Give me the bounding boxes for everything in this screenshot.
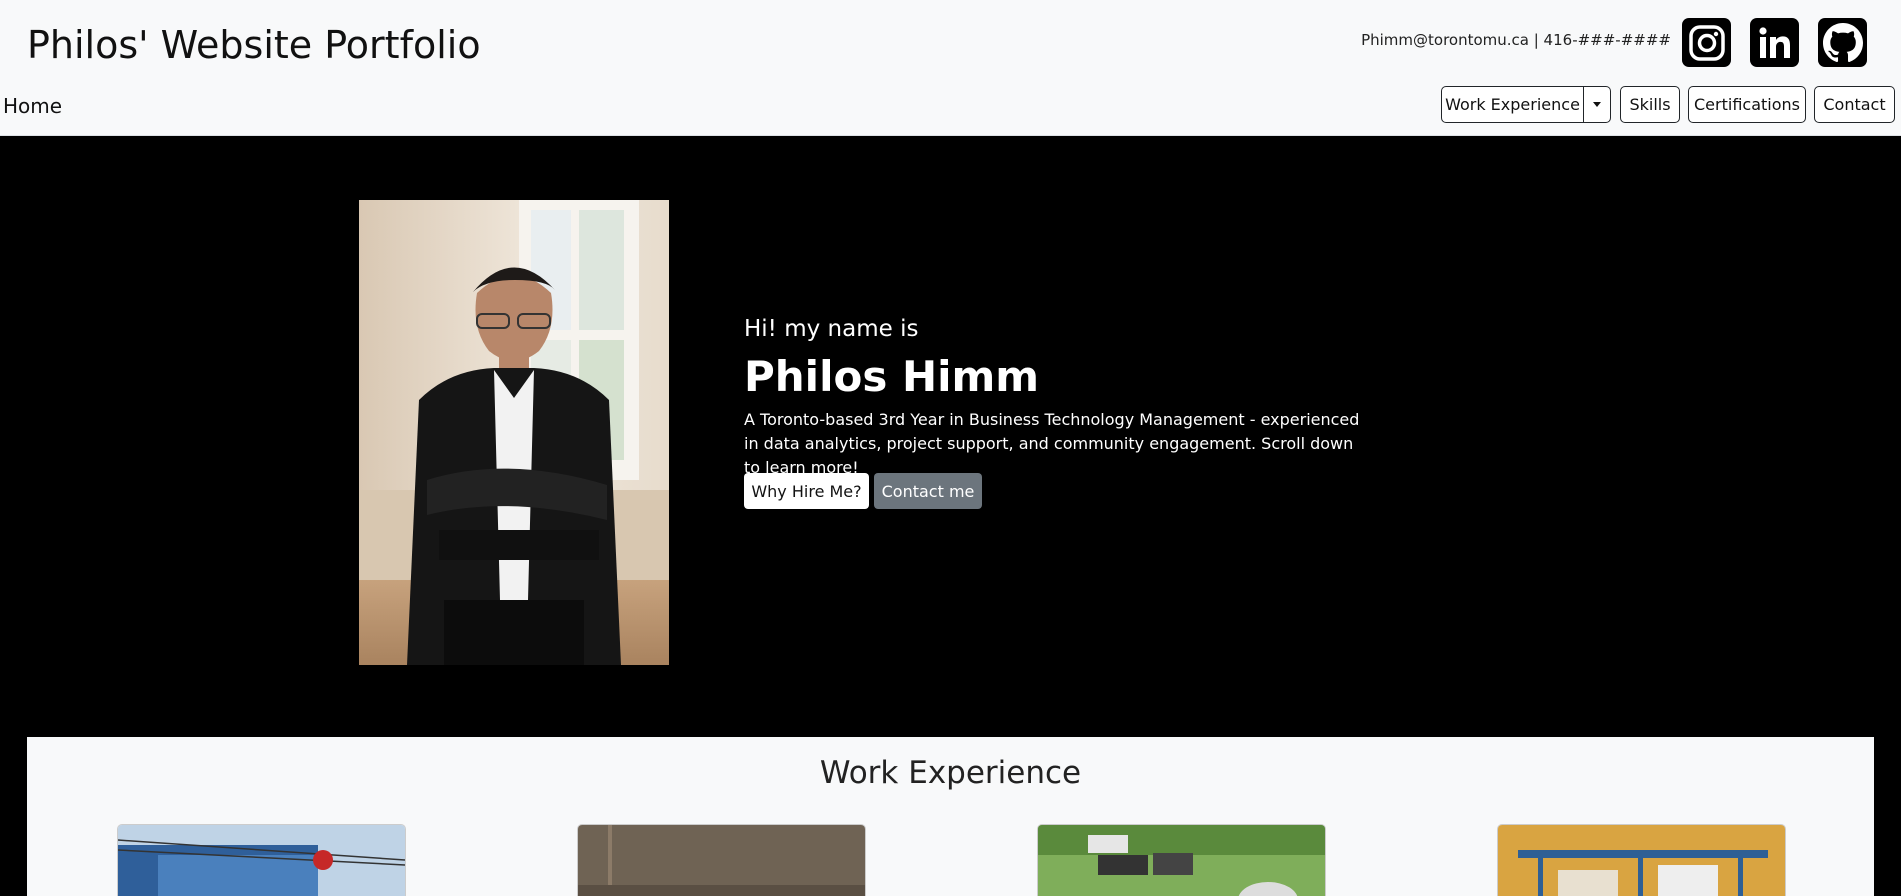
nav-home-link[interactable]: Home	[3, 94, 62, 118]
linkedin-icon[interactable]	[1750, 18, 1799, 67]
site-header: Philos' Website Portfolio Phimm@torontom…	[0, 0, 1901, 136]
work-experience-title: Work Experience	[819, 755, 1082, 791]
work-card-4-image[interactable]	[1497, 824, 1786, 896]
instagram-icon[interactable]	[1682, 18, 1731, 67]
site-title: Philos' Website Portfolio	[27, 23, 481, 67]
hero-section: Hi! my name is Philos Himm A Toronto-bas…	[0, 136, 1901, 736]
work-experience-dropdown-toggle[interactable]	[1584, 86, 1611, 123]
nav-skills-button[interactable]: Skills	[1620, 86, 1680, 123]
hero-description: A Toronto-based 3rd Year in Business Tec…	[744, 410, 1360, 477]
work-card-2-image[interactable]	[577, 824, 866, 896]
work-card-1-image[interactable]	[117, 824, 406, 896]
nav-work-experience-button[interactable]: Work Experience	[1441, 86, 1584, 123]
nav-certifications-button[interactable]: Certifications	[1688, 86, 1806, 123]
github-icon[interactable]	[1818, 18, 1867, 67]
chevron-down-icon	[1593, 102, 1601, 107]
work-experience-section: Work Experience	[27, 737, 1874, 896]
hero-intro-text: Hi! my name is	[744, 316, 919, 342]
nav-contact-button[interactable]: Contact	[1814, 86, 1895, 123]
contact-info: Phimm@torontomu.ca | 416-###-####	[1361, 31, 1671, 49]
why-hire-me-button[interactable]: Why Hire Me?	[744, 473, 869, 509]
profile-photo	[359, 200, 669, 665]
contact-me-button[interactable]: Contact me	[874, 473, 982, 509]
hero-name: Philos Himm	[744, 352, 1040, 401]
work-card-3-image[interactable]	[1037, 824, 1326, 896]
